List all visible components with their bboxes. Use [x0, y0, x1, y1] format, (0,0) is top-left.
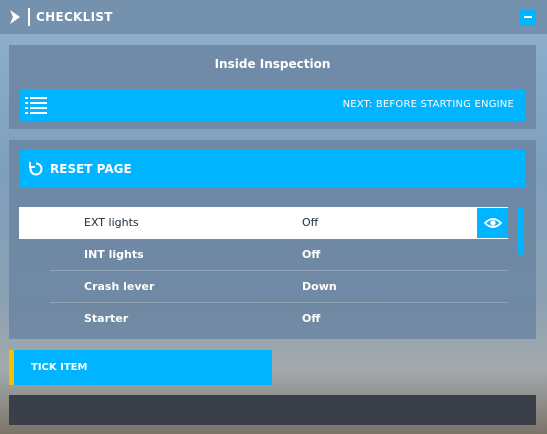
reset-icon: [27, 160, 45, 178]
section-title: Inside Inspection: [214, 57, 331, 71]
eye-button[interactable]: [477, 208, 508, 238]
checklist-rows: EXT lights Off INT lights Off Crash leve…: [19, 207, 508, 335]
bottom-panel: [9, 395, 536, 425]
minimize-button[interactable]: [520, 9, 536, 25]
checklist-row[interactable]: EXT lights Off: [19, 207, 508, 239]
tick-item-label: TICK ITEM: [31, 362, 88, 373]
list-icon[interactable]: [19, 89, 53, 121]
next-checklist-button[interactable]: NEXT: BEFORE STARTING ENGINE: [19, 89, 526, 121]
checklist-item-label: EXT lights: [84, 216, 139, 229]
scrollbar-thumb[interactable]: [518, 207, 524, 255]
checklist-row[interactable]: Starter Off: [19, 303, 508, 335]
next-label: NEXT: BEFORE STARTING ENGINE: [342, 99, 514, 110]
checklist-item-value: Off: [302, 216, 319, 229]
checklist-row[interactable]: INT lights Off: [19, 239, 508, 271]
checklist-item-label: Starter: [84, 312, 129, 325]
section-header-panel: Inside Inspection NEXT: BEFORE STARTING …: [9, 45, 536, 129]
reset-page-button[interactable]: RESET PAGE: [19, 150, 526, 187]
tick-accent-bar: [9, 350, 14, 385]
chevron-right-icon[interactable]: [4, 0, 26, 34]
checklist-item-value: Down: [302, 280, 337, 293]
reset-label: RESET PAGE: [50, 161, 132, 176]
eye-icon: [483, 218, 502, 228]
checklist-item-label: INT lights: [84, 248, 144, 261]
tick-item-button[interactable]: TICK ITEM: [9, 350, 272, 385]
checklist-item-value: Off: [302, 248, 321, 261]
title-separator: [28, 8, 30, 26]
checklist-item-value: Off: [302, 312, 321, 325]
title-bar: CHECKLIST: [0, 0, 547, 34]
checklist-panel: RESET PAGE EXT lights Off INT lights Off…: [9, 140, 536, 339]
window-title: CHECKLIST: [36, 10, 113, 24]
checklist-item-label: Crash lever: [84, 280, 155, 293]
minimize-icon: [524, 16, 532, 18]
checklist-row[interactable]: Crash lever Down: [19, 271, 508, 303]
